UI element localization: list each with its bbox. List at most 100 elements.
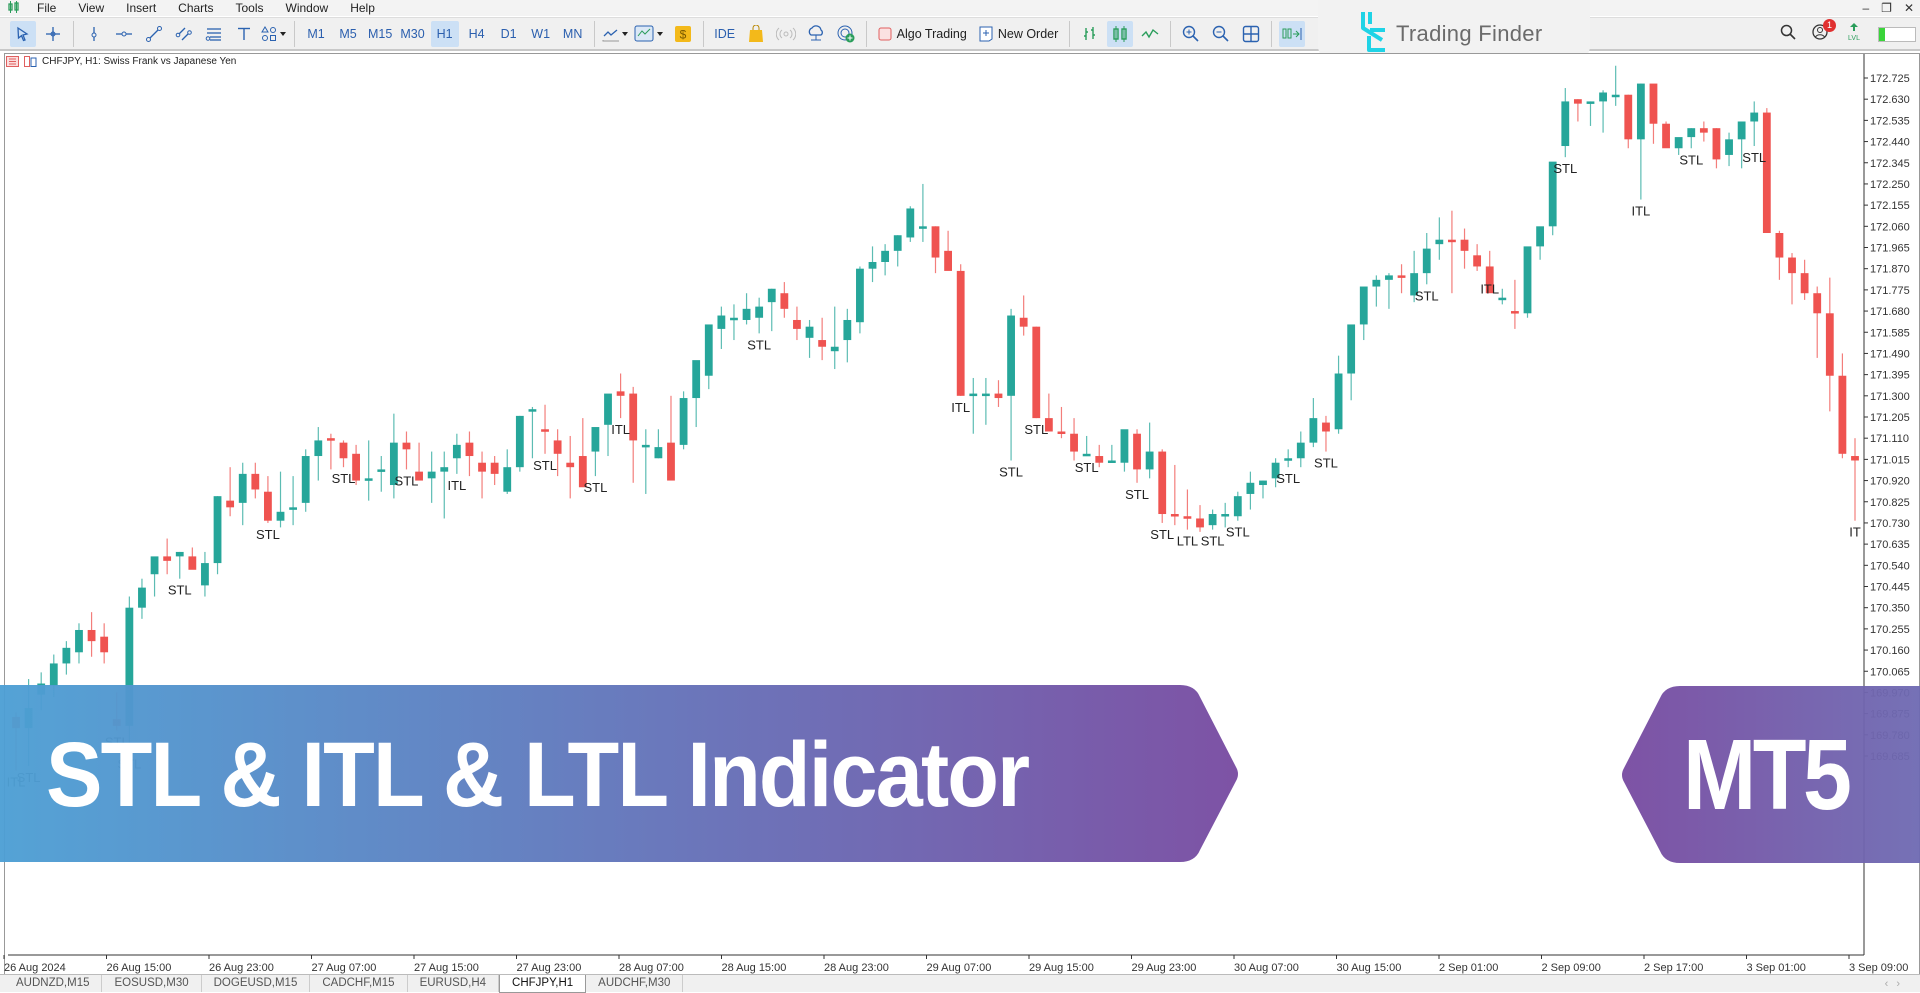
chart-properties-icon[interactable] [24, 56, 37, 67]
bullish-candle [679, 391, 688, 450]
candle-body [1107, 460, 1116, 463]
candle-body [641, 444, 650, 448]
candle-body [1082, 453, 1091, 457]
bullish-candle [427, 451, 436, 503]
candle-body [780, 293, 789, 309]
bearish-candle [226, 467, 235, 517]
candle-body [1120, 429, 1129, 463]
bullish-candle [1221, 502, 1230, 528]
candles [12, 65, 1859, 771]
candle-body [918, 226, 927, 229]
chart-tab[interactable]: EOSUSD,M30 [102, 975, 202, 992]
price-tick-label: 171.775 [1870, 285, 1910, 297]
price-tick-label: 171.490 [1870, 348, 1910, 360]
indicator-label-itl: ITL [1631, 204, 1650, 219]
chart-tab[interactable]: EURUSD,H4 [408, 975, 500, 992]
bullish-candle [1120, 429, 1129, 472]
bearish-candle [944, 230, 953, 271]
candle-body [1259, 480, 1267, 486]
time-tick-label: 26 Aug 2024 [4, 962, 66, 974]
candle-body [62, 647, 71, 664]
time-tick-label: 3 Sep 09:00 [1849, 962, 1908, 974]
bullish-candle [314, 427, 323, 481]
time-tick-label: 27 Aug 15:00 [414, 962, 479, 974]
price-tick-label: 170.920 [1870, 476, 1910, 488]
candle-body [969, 393, 978, 397]
candle-body [1158, 451, 1167, 515]
bullish-candle [515, 415, 524, 472]
bullish-candle [1309, 398, 1318, 448]
indicator-label-stl: STL [395, 473, 419, 488]
bearish-candle [1133, 429, 1141, 483]
candle-body [238, 473, 247, 503]
candle-body [604, 393, 612, 425]
candle-body [1649, 83, 1658, 124]
bearish-candle [1019, 295, 1028, 336]
bearish-candle [1699, 121, 1708, 142]
time-tick-label: 28 Aug 07:00 [619, 962, 684, 974]
candle-body [1599, 92, 1607, 102]
bullish-candle [591, 427, 600, 477]
indicator-label-itl: ITL [1480, 282, 1499, 297]
price-tick-label: 171.110 [1870, 433, 1909, 445]
candle-body [87, 629, 96, 642]
candle-body [1536, 226, 1545, 247]
indicator-label-itl: IT [1849, 525, 1861, 540]
bearish-candle [780, 282, 789, 318]
candle-body [1561, 101, 1570, 147]
bullish-candle [377, 456, 386, 492]
chart-list-icon[interactable] [6, 56, 19, 67]
bearish-candle [1397, 264, 1406, 294]
candle-body [591, 427, 600, 452]
bearish-candle [1322, 415, 1330, 452]
price-tick-label: 172.440 [1870, 137, 1910, 149]
candle-body [1825, 313, 1834, 376]
price-tick-label: 170.730 [1870, 518, 1910, 530]
indicator-label-stl: STL [999, 464, 1023, 479]
bullish-candle [150, 556, 159, 597]
candle-body [364, 478, 373, 481]
candle-body [994, 393, 1003, 399]
candle-body [75, 629, 83, 653]
indicator-label-stl: STL [1415, 288, 1439, 303]
candle-body [679, 398, 688, 445]
bullish-candle [1586, 101, 1595, 126]
time-tick-label: 26 Aug 15:00 [107, 962, 172, 974]
bullish-candle [730, 304, 738, 341]
bullish-candle [1523, 246, 1532, 318]
indicator-label-itl: ITL [951, 400, 970, 415]
candle-body [629, 393, 638, 441]
chart-tab[interactable]: CADCHF,M15 [310, 975, 408, 992]
bullish-candle [1233, 491, 1242, 521]
candle-body [1397, 275, 1406, 278]
bullish-candle [767, 288, 776, 332]
bullish-candle [805, 319, 814, 358]
bearish-candle [541, 404, 549, 454]
chart-tab[interactable]: AUDCHF,M30 [586, 975, 684, 992]
candle-body [1699, 128, 1708, 133]
candle-body [1460, 239, 1469, 251]
bullish-candle [1611, 65, 1620, 106]
candle-body [793, 319, 801, 329]
time-tick-label: 30 Aug 15:00 [1337, 962, 1402, 974]
bearish-candle [793, 306, 801, 341]
candle-body [755, 306, 764, 318]
price-tick-label: 170.255 [1870, 624, 1910, 636]
bullish-candle [1082, 435, 1091, 457]
bullish-candle [868, 246, 877, 283]
bearish-candle [1473, 244, 1482, 271]
candle-body [1573, 99, 1582, 104]
indicator-label-ltl: LTL [1177, 534, 1198, 549]
candle-body [377, 469, 386, 472]
candle-body [818, 340, 827, 347]
chart-tab[interactable]: DOGEUSD,M15 [202, 975, 311, 992]
chart-tab[interactable]: AUDNZD,M15 [4, 975, 103, 992]
tab-scroll-arrows[interactable]: ‹› [1885, 978, 1908, 990]
candle-body [1070, 433, 1078, 452]
bullish-candle [175, 551, 184, 579]
candle-body [1662, 123, 1670, 149]
chart-tab[interactable]: CHFJPY,H1 [499, 975, 587, 993]
price-tick-label: 172.630 [1870, 94, 1910, 106]
candle-body [1007, 315, 1015, 396]
candle-body [289, 507, 298, 510]
